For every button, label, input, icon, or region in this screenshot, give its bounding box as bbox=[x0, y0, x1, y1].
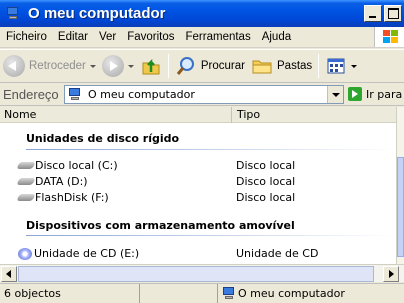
folders-label: Pastas bbox=[277, 60, 313, 72]
window-controls bbox=[364, 5, 404, 22]
my-computer-icon bbox=[68, 88, 81, 101]
address-bar: Endereço O meu computador Ir para bbox=[0, 84, 404, 106]
list-item[interactable]: DATA (D:) Disco local bbox=[16, 175, 396, 189]
toolbar-separator bbox=[167, 54, 169, 78]
menu-tools[interactable]: Ferramentas bbox=[180, 31, 256, 43]
menu-edit[interactable]: Editar bbox=[52, 31, 93, 43]
item-name: Disco local (C:) bbox=[35, 159, 118, 172]
group-divider bbox=[26, 235, 396, 236]
go-arrow-icon[interactable] bbox=[348, 87, 362, 101]
menu-bar: Ficheiro Editar Ver Favoritos Ferramenta… bbox=[0, 27, 404, 48]
item-type: Disco local bbox=[236, 159, 296, 172]
cd-drive-icon bbox=[18, 247, 32, 260]
horizontal-scroll-thumb[interactable] bbox=[18, 266, 374, 282]
menu-file[interactable]: Ficheiro bbox=[0, 31, 52, 43]
item-name: Unidade de CD (E:) bbox=[34, 247, 140, 260]
item-type: Disco local bbox=[236, 175, 296, 188]
horizontal-scrollbar[interactable] bbox=[0, 264, 404, 282]
maximize-button[interactable] bbox=[384, 5, 402, 22]
address-value: O meu computador bbox=[88, 88, 195, 101]
my-computer-icon bbox=[6, 6, 20, 21]
menu-favorites[interactable]: Favoritos bbox=[121, 31, 179, 43]
up-folder-button[interactable] bbox=[137, 52, 165, 80]
views-button[interactable] bbox=[322, 52, 360, 80]
toolbar-separator bbox=[318, 54, 320, 78]
hard-drive-icon bbox=[16, 194, 36, 201]
hard-drive-icon bbox=[16, 178, 36, 185]
status-bar: 6 objectos O meu computador bbox=[0, 283, 404, 303]
back-arrow-icon bbox=[3, 55, 25, 77]
vertical-scroll-thumb[interactable] bbox=[397, 157, 404, 257]
group-header: Dispositivos com armazenamento amovível bbox=[26, 219, 295, 232]
group-header: Unidades de disco rígido bbox=[26, 132, 180, 145]
item-name: FlashDisk (F:) bbox=[35, 191, 109, 204]
forward-arrow-icon bbox=[101, 55, 124, 77]
folders-icon bbox=[252, 60, 272, 74]
status-location-label: O meu computador bbox=[238, 287, 345, 300]
menu-help[interactable]: Ajuda bbox=[256, 31, 296, 43]
item-name: DATA (D:) bbox=[35, 175, 88, 188]
minimize-button[interactable] bbox=[364, 5, 382, 22]
back-label: Retroceder bbox=[29, 60, 86, 72]
hard-drive-icon bbox=[16, 162, 36, 169]
windows-logo-icon bbox=[374, 27, 404, 47]
chevron-down-icon bbox=[127, 64, 134, 68]
my-computer-icon bbox=[222, 287, 235, 300]
list-item[interactable]: Unidade de CD (E:) Unidade de CD bbox=[18, 247, 396, 261]
status-object-count: 6 objectos bbox=[0, 284, 140, 303]
forward-button[interactable] bbox=[99, 52, 137, 80]
file-list-view[interactable]: Nome Tipo Unidades de disco rígido Disco… bbox=[0, 107, 396, 265]
views-icon bbox=[327, 58, 345, 74]
address-dropdown-button[interactable] bbox=[327, 86, 343, 103]
status-location: O meu computador bbox=[218, 284, 404, 303]
list-item[interactable]: Disco local (C:) Disco local bbox=[16, 159, 396, 173]
item-type: Disco local bbox=[236, 191, 296, 204]
status-pane-empty bbox=[140, 284, 218, 303]
go-button[interactable]: Ir para bbox=[366, 88, 402, 101]
up-folder-icon bbox=[142, 58, 160, 75]
group-divider bbox=[26, 149, 396, 150]
chevron-down-icon bbox=[351, 64, 358, 68]
item-type: Unidade de CD bbox=[236, 247, 319, 260]
search-label: Procurar bbox=[200, 60, 245, 72]
address-label: Endereço bbox=[3, 87, 59, 102]
scroll-left-button[interactable] bbox=[1, 266, 17, 282]
vertical-scrollbar[interactable] bbox=[396, 107, 404, 265]
window-title: O meu computador bbox=[28, 5, 166, 22]
back-button[interactable]: Retroceder bbox=[0, 52, 99, 80]
address-field[interactable]: O meu computador bbox=[64, 85, 344, 104]
chevron-down-icon bbox=[89, 64, 96, 68]
search-button[interactable]: Procurar bbox=[172, 52, 248, 80]
list-item[interactable]: FlashDisk (F:) Disco local bbox=[16, 191, 396, 205]
folders-button[interactable]: Pastas bbox=[248, 52, 315, 80]
menu-view[interactable]: Ver bbox=[93, 31, 121, 43]
title-bar[interactable]: O meu computador bbox=[0, 0, 404, 27]
search-icon bbox=[176, 57, 194, 75]
column-header-type[interactable]: Tipo bbox=[233, 107, 396, 123]
scroll-right-button[interactable] bbox=[383, 266, 399, 282]
column-header-name[interactable]: Nome bbox=[0, 107, 232, 123]
standard-toolbar: Retroceder Procurar Pastas bbox=[0, 49, 404, 83]
column-headers: Nome Tipo bbox=[0, 107, 396, 123]
